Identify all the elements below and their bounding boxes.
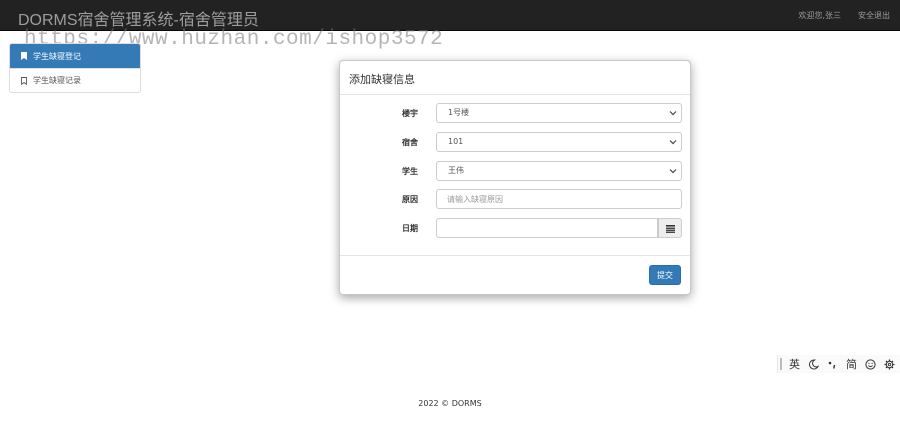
- building-select[interactable]: 1号楼: [436, 103, 682, 123]
- logout-link[interactable]: 安全退出: [858, 10, 890, 21]
- student-select[interactable]: 王伟: [436, 161, 682, 181]
- app-brand[interactable]: DORMS宿舍管理系统-宿舍管理员: [18, 6, 259, 30]
- dialog-title: 添加缺寝信息: [349, 73, 415, 86]
- reason-label: 原因: [402, 195, 418, 204]
- ime-language-toggle[interactable]: 英: [788, 356, 801, 372]
- gear-icon[interactable]: [883, 359, 896, 370]
- student-row: 学生 王伟: [340, 161, 690, 181]
- bookmark-filled-icon: [21, 52, 27, 60]
- welcome-user-link[interactable]: 欢迎您,张三: [798, 10, 841, 21]
- calendar-icon: [666, 225, 675, 233]
- chevron-down-icon: [669, 140, 677, 145]
- navbar-user-links: 欢迎您,张三 安全退出: [798, 10, 890, 21]
- moon-icon[interactable]: [807, 358, 820, 370]
- reason-input[interactable]: [436, 189, 682, 209]
- dialog-header: 添加缺寝信息: [340, 61, 690, 95]
- building-label: 楼宇: [402, 109, 418, 118]
- add-absence-dialog: 添加缺寝信息 楼宇 1号楼 宿舍 101 学生 王伟 原因 日期: [339, 60, 691, 295]
- ime-toolbar: 英 简: [777, 355, 900, 373]
- dialog-footer: 提交: [340, 255, 690, 296]
- building-row: 楼宇 1号楼: [340, 103, 690, 123]
- top-navbar: DORMS宿舍管理系统-宿舍管理员 欢迎您,张三 安全退出: [0, 0, 900, 31]
- sidebar-menu: 学生缺寝登记 学生缺寝记录: [9, 43, 141, 93]
- page-footer: 2022 © DORMS: [418, 399, 482, 408]
- reason-row: 原因: [340, 189, 690, 209]
- student-label: 学生: [402, 167, 418, 176]
- chevron-down-icon: [669, 111, 677, 116]
- sidebar-item-absence-records[interactable]: 学生缺寝记录: [10, 68, 140, 92]
- punctuation-icon[interactable]: [826, 359, 839, 370]
- student-selected-value: 王伟: [448, 166, 464, 175]
- sidebar-item-label: 学生缺寝登记: [33, 51, 81, 61]
- date-picker-button[interactable]: [658, 218, 682, 238]
- dorm-select[interactable]: 101: [436, 132, 682, 152]
- sidebar-item-absence-register[interactable]: 学生缺寝登记: [10, 44, 140, 68]
- bookmark-outline-icon: [21, 76, 27, 85]
- dorm-selected-value: 101: [448, 137, 464, 146]
- ime-script-toggle[interactable]: 简: [845, 356, 858, 372]
- smiley-icon[interactable]: [864, 358, 877, 370]
- dorm-label: 宿舍: [402, 138, 418, 147]
- date-label: 日期: [402, 224, 418, 233]
- dorm-row: 宿舍 101: [340, 132, 690, 152]
- building-selected-value: 1号楼: [448, 108, 470, 117]
- submit-button[interactable]: 提交: [649, 265, 681, 285]
- chevron-down-icon: [669, 169, 677, 174]
- sidebar-item-label: 学生缺寝记录: [33, 76, 81, 85]
- drag-handle[interactable]: [780, 358, 782, 370]
- date-row: 日期: [340, 218, 690, 238]
- date-input[interactable]: [436, 218, 658, 238]
